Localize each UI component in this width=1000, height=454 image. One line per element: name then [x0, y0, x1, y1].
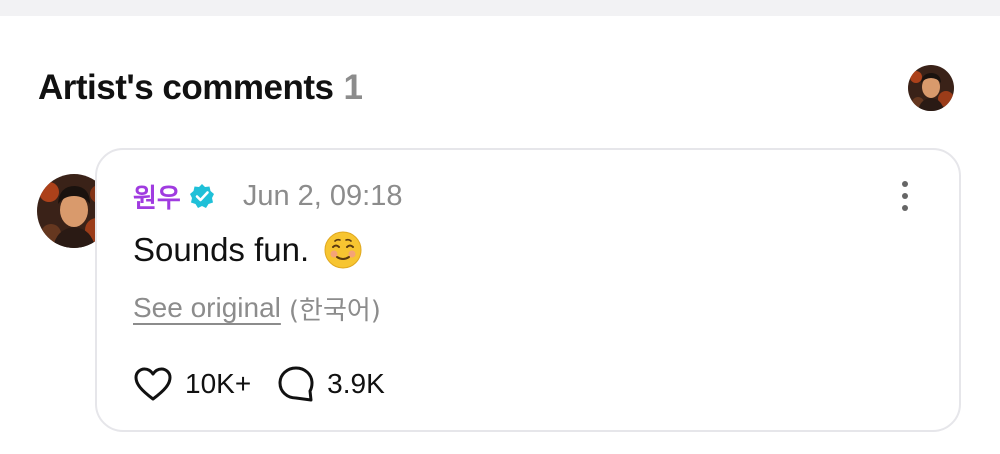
original-language: (한국어)	[288, 295, 381, 326]
see-original-link[interactable]: See original	[133, 292, 281, 324]
comment-text: Sounds fun.	[133, 231, 310, 268]
heart-outline-icon	[133, 366, 173, 402]
comment-count: 1	[343, 68, 363, 107]
comment-body: Sounds fun.	[133, 228, 363, 272]
like-count: 10K+	[185, 368, 252, 399]
smiling-face-emoji-icon	[323, 230, 363, 270]
comment-timestamp: Jun 2, 09:18	[242, 179, 403, 212]
comment-actions: 10K+ 3.9K	[133, 364, 385, 404]
top-strip	[0, 0, 1000, 16]
section-title-label: Artist's comments	[38, 68, 334, 107]
verified-badge-icon	[189, 183, 215, 209]
more-vertical-icon	[902, 181, 908, 187]
like-button[interactable]: 10K+	[133, 366, 251, 402]
section-title: Artist's comments 1	[38, 68, 363, 108]
reply-count: 3.9K	[327, 368, 385, 399]
artist-avatar-filter[interactable]	[908, 65, 954, 111]
comments-header: Artist's comments 1	[38, 62, 962, 114]
comment-meta: 원우 Jun 2, 09:18	[133, 178, 402, 214]
more-options-button[interactable]	[895, 178, 915, 214]
more-vertical-icon-dot	[902, 193, 908, 199]
author-name[interactable]: 원우	[133, 178, 181, 215]
reply-button[interactable]: 3.9K	[277, 365, 385, 403]
speech-bubble-icon	[277, 365, 315, 403]
comment-card: 원우 Jun 2, 09:18 Sounds fun. See original…	[95, 148, 961, 432]
translation-row: See original (한국어)	[133, 288, 381, 328]
more-vertical-icon-dot	[902, 205, 908, 211]
